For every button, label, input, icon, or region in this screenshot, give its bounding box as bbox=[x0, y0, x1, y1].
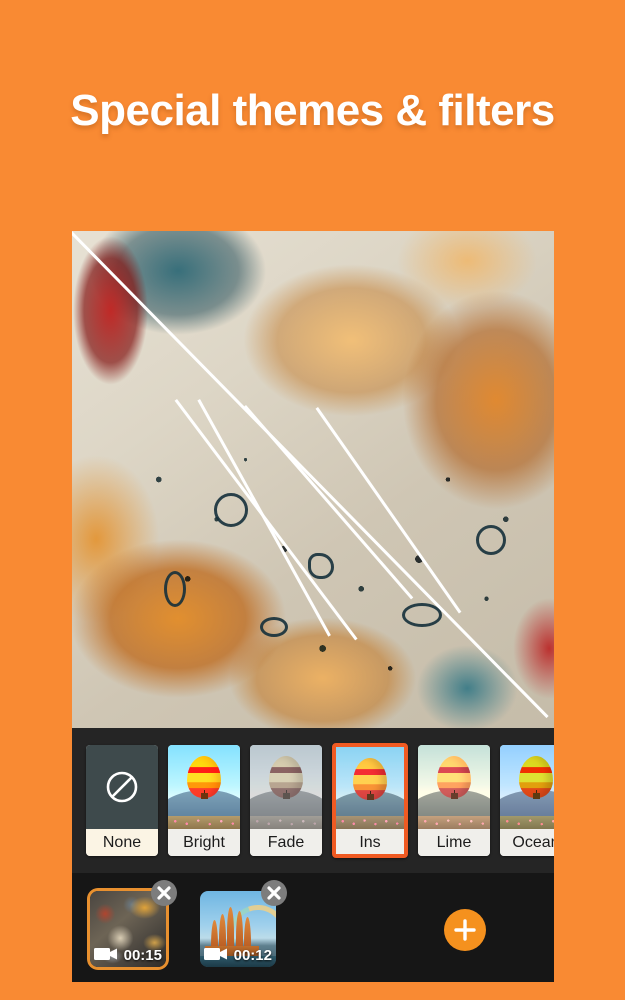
app-screenshot: None Bright Fade Ins Lime Ocea 00:15 00:… bbox=[72, 231, 554, 982]
video-camera-icon bbox=[94, 948, 117, 960]
spire-shape bbox=[219, 913, 226, 949]
close-icon bbox=[267, 886, 281, 900]
balloon-scene bbox=[250, 745, 322, 829]
clip-duration: 00:15 bbox=[123, 947, 162, 964]
ban-icon bbox=[106, 771, 138, 803]
filter-item-fade[interactable]: Fade bbox=[250, 745, 322, 856]
balloon-scene bbox=[418, 745, 490, 829]
flower-field bbox=[168, 815, 240, 829]
doodle-circle-6 bbox=[164, 571, 186, 607]
filter-list: None Bright Fade Ins Lime Ocea bbox=[72, 728, 554, 873]
filter-label: Bright bbox=[168, 829, 240, 856]
filter-thumb-lime bbox=[418, 745, 490, 829]
doodle-circle-5 bbox=[260, 617, 288, 637]
doodle-circle-4 bbox=[476, 525, 506, 555]
filter-thumb-ocean bbox=[500, 745, 554, 829]
clip-tray[interactable]: 00:15 00:12 bbox=[72, 873, 554, 982]
video-camera-icon bbox=[204, 948, 227, 960]
clip-item[interactable]: 00:15 bbox=[90, 880, 177, 967]
filter-item-ins[interactable]: Ins bbox=[332, 743, 408, 858]
filter-item-lime[interactable]: Lime bbox=[418, 745, 490, 856]
spire-shape bbox=[227, 906, 235, 949]
balloon-basket bbox=[532, 792, 540, 799]
flower-field bbox=[250, 815, 322, 829]
filter-item-none[interactable]: None bbox=[86, 745, 158, 856]
balloon-basket bbox=[366, 793, 374, 800]
clip-item[interactable]: 00:12 bbox=[200, 880, 287, 967]
filter-item-ocean[interactable]: Ocean bbox=[500, 745, 554, 856]
filter-thumb-none bbox=[86, 745, 158, 829]
balloon-basket bbox=[200, 792, 208, 799]
balloon-scene bbox=[500, 745, 554, 829]
flower-field bbox=[500, 815, 554, 829]
clip-duration: 00:12 bbox=[233, 947, 272, 964]
filter-item-bright[interactable]: Bright bbox=[168, 745, 240, 856]
spire-shape bbox=[235, 910, 243, 949]
add-clip-button[interactable] bbox=[444, 909, 486, 951]
filter-label: Fade bbox=[250, 829, 322, 856]
filter-thumb-ins bbox=[336, 747, 404, 829]
balloon-scene bbox=[168, 745, 240, 829]
video-preview[interactable] bbox=[72, 231, 554, 728]
filter-label: Ocean bbox=[500, 829, 554, 856]
clip-remove-button[interactable] bbox=[261, 880, 287, 906]
filter-strip[interactable]: None Bright Fade Ins Lime Ocea bbox=[72, 728, 554, 873]
filter-label: None bbox=[86, 829, 158, 856]
plus-icon bbox=[454, 919, 476, 941]
doodle-circle-1 bbox=[214, 493, 248, 527]
filter-label: Lime bbox=[418, 829, 490, 856]
filter-thumb-bright bbox=[168, 745, 240, 829]
filter-label: Ins bbox=[336, 829, 404, 854]
filter-thumb-fade bbox=[250, 745, 322, 829]
close-icon bbox=[157, 886, 171, 900]
flower-field bbox=[418, 815, 490, 829]
flower-field bbox=[336, 815, 404, 829]
balloon-basket bbox=[450, 792, 458, 799]
spire-shape bbox=[210, 919, 218, 949]
balloon-scene bbox=[336, 747, 404, 829]
page-title: Special themes & filters bbox=[70, 86, 555, 135]
doodle-circle-2 bbox=[308, 553, 334, 579]
clip-remove-button[interactable] bbox=[151, 880, 177, 906]
balloon-basket bbox=[282, 792, 290, 799]
